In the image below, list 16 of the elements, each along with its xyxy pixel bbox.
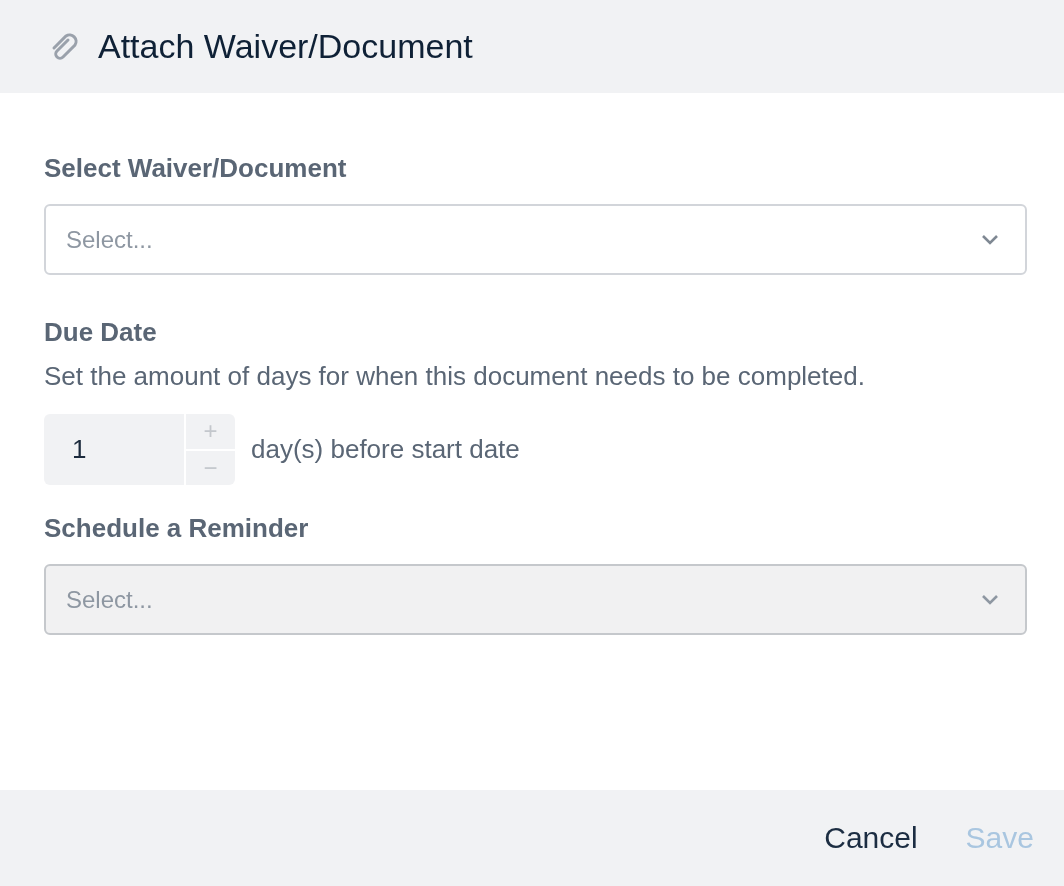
field-label: Due Date xyxy=(44,317,157,348)
placeholder: Select... xyxy=(66,585,153,614)
number-input[interactable]: 1 xyxy=(44,414,184,485)
chevron-down-icon xyxy=(981,593,999,606)
placeholder: Select... xyxy=(66,225,153,254)
field-label: Select Waiver/Document xyxy=(44,153,347,184)
chevron-down-icon xyxy=(981,233,999,246)
field-description: Set the amount of days for when this document needs to be completed. xyxy=(44,360,866,393)
increment-button[interactable]: + xyxy=(186,414,235,449)
cancel-button[interactable]: Cancel xyxy=(824,821,918,855)
unit-label: day(s) before start date xyxy=(251,434,520,465)
decrement-button[interactable]: − xyxy=(186,448,235,485)
number-stepper[interactable]: 1 + − xyxy=(44,414,235,485)
field-label: Schedule a Reminder xyxy=(44,513,309,544)
select-dropdown[interactable]: Select... xyxy=(44,204,1027,275)
dialog-title: Attach Waiver/Document xyxy=(98,27,473,66)
